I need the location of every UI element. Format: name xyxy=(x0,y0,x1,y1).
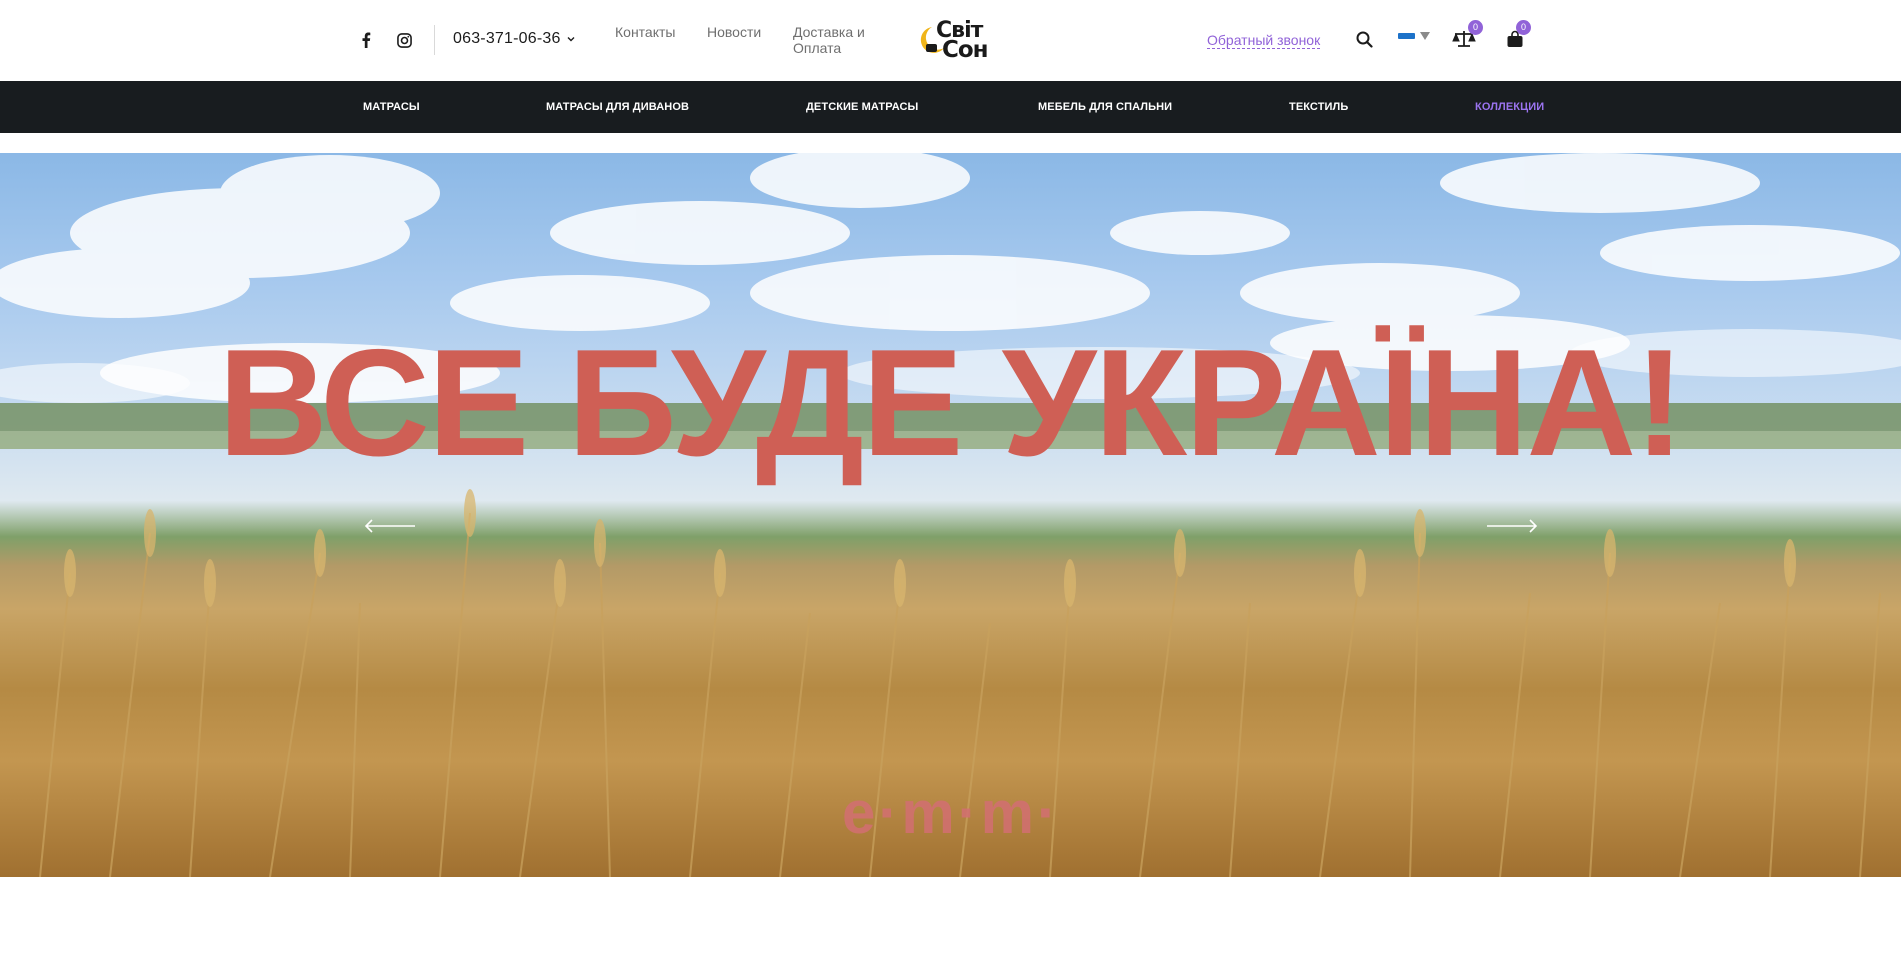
cart-count-badge: 0 xyxy=(1516,20,1531,35)
header-divider xyxy=(434,25,435,55)
compare-button[interactable]: 0 xyxy=(1452,20,1483,50)
site-header: 063-371-06-36 Контакты Новости Доставка … xyxy=(0,0,1901,81)
nav-item-collections[interactable]: КОЛЛЕКЦИИ xyxy=(1475,101,1544,113)
slider-prev-arrow[interactable] xyxy=(364,518,416,534)
site-logo[interactable]: Світ Сон xyxy=(916,18,992,63)
dropdown-triangle-icon xyxy=(1420,32,1430,40)
emm-brand-logo: e·m·m· xyxy=(826,783,1076,858)
category-navbar: МАТРАСЫ МАТРАСЫ ДЛЯ ДИВАНОВ ДЕТСКИЕ МАТР… xyxy=(0,81,1901,133)
emm-logo-mark: e·m·m· xyxy=(841,779,1060,846)
nav-link-delivery[interactable]: Доставка и Оплата xyxy=(793,24,873,56)
instagram-icon[interactable] xyxy=(393,29,415,51)
arrow-right-icon xyxy=(1487,519,1538,533)
hero-slider: ВСЕ БУДЕ УКРАЇНА! e·m·m· xyxy=(0,153,1901,877)
slider-next-arrow[interactable] xyxy=(1486,518,1538,534)
nav-item-bedroom-furniture[interactable]: МЕБЕЛЬ ДЛЯ СПАЛЬНИ xyxy=(1038,101,1172,113)
nav-link-contacts[interactable]: Контакты xyxy=(615,24,675,40)
chevron-down-icon xyxy=(567,37,575,42)
phone-dropdown[interactable]: 063-371-06-36 xyxy=(453,30,576,48)
callback-link[interactable]: Обратный звонок xyxy=(1207,32,1321,49)
phone-number: 063-371-06-36 xyxy=(453,30,561,47)
hero-title: ВСЕ БУДЕ УКРАЇНА! xyxy=(218,318,1685,488)
compare-count-badge: 0 xyxy=(1468,20,1483,35)
cart-button[interactable]: 0 xyxy=(1504,20,1531,50)
nav-link-news[interactable]: Новости xyxy=(707,24,761,40)
language-selector[interactable] xyxy=(1398,32,1430,40)
ukraine-flag-icon xyxy=(1398,33,1415,39)
arrow-left-icon xyxy=(364,519,415,533)
facebook-icon[interactable] xyxy=(355,29,377,51)
wheat-field-background xyxy=(0,153,1901,877)
nav-item-kids-mattresses[interactable]: ДЕТСКИЕ МАТРАСЫ xyxy=(806,101,918,113)
search-icon[interactable] xyxy=(1353,28,1375,50)
nav-item-sofa-mattresses[interactable]: МАТРАСЫ ДЛЯ ДИВАНОВ xyxy=(546,101,689,113)
nav-item-mattresses[interactable]: МАТРАСЫ xyxy=(363,101,420,113)
nav-item-textile[interactable]: ТЕКСТИЛЬ xyxy=(1289,101,1348,113)
logo-text-line2: Сон xyxy=(942,37,989,63)
